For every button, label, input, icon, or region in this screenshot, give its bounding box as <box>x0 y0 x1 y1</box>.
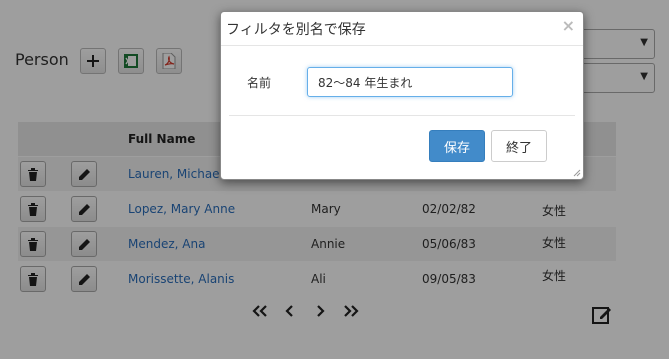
dialog-title: フィルタを別名で保存 <box>226 22 366 38</box>
close-button[interactable]: 終了 <box>491 130 547 162</box>
save-button[interactable]: 保存 <box>429 130 485 162</box>
divider <box>221 45 583 46</box>
resize-handle-icon[interactable] <box>572 168 581 177</box>
divider <box>229 115 575 116</box>
name-label: 名前 <box>247 76 272 90</box>
save-filter-dialog: フィルタを別名で保存 × 名前 保存 終了 <box>220 11 584 180</box>
close-icon[interactable]: × <box>562 16 575 35</box>
name-input[interactable] <box>307 67 513 97</box>
